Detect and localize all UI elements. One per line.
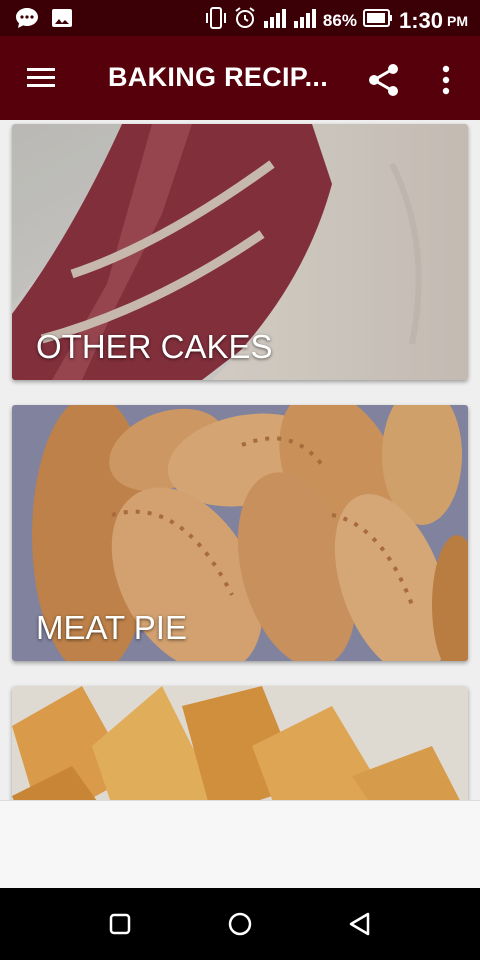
triangle-back-icon[interactable] (346, 910, 374, 938)
battery-icon (362, 8, 393, 33)
image-icon (50, 6, 74, 35)
empty-footer-area (0, 800, 480, 889)
battery-percent: 86% (322, 10, 357, 30)
share-icon[interactable] (364, 60, 404, 100)
recipe-list[interactable]: OTHER CAKES MEAT PIE (0, 120, 480, 800)
signal-icon (293, 7, 317, 34)
page-title: BAKING RECIP... (108, 62, 328, 92)
status-bar: 86% 1:30 PM (0, 0, 480, 36)
category-card[interactable]: OTHER CAKES (12, 124, 468, 380)
clock-ampm: PM (447, 12, 468, 29)
vibrate-icon (205, 6, 227, 35)
clock: 1:30 (398, 7, 443, 33)
circle-icon[interactable] (226, 910, 254, 938)
category-card[interactable] (12, 686, 468, 800)
alarm-icon (233, 6, 257, 35)
more-vert-icon[interactable] (432, 60, 460, 100)
samosa-photo (12, 686, 468, 800)
message-icon (14, 6, 40, 35)
app-bar: BAKING RECIP... (0, 36, 480, 120)
system-nav-bar (0, 888, 480, 960)
card-caption: OTHER CAKES (36, 328, 273, 365)
category-card[interactable]: MEAT PIE (12, 405, 468, 661)
hamburger-menu-icon[interactable] (24, 62, 60, 94)
square-icon[interactable] (106, 910, 134, 938)
card-caption: MEAT PIE (36, 609, 187, 646)
signal-icon (263, 7, 287, 34)
